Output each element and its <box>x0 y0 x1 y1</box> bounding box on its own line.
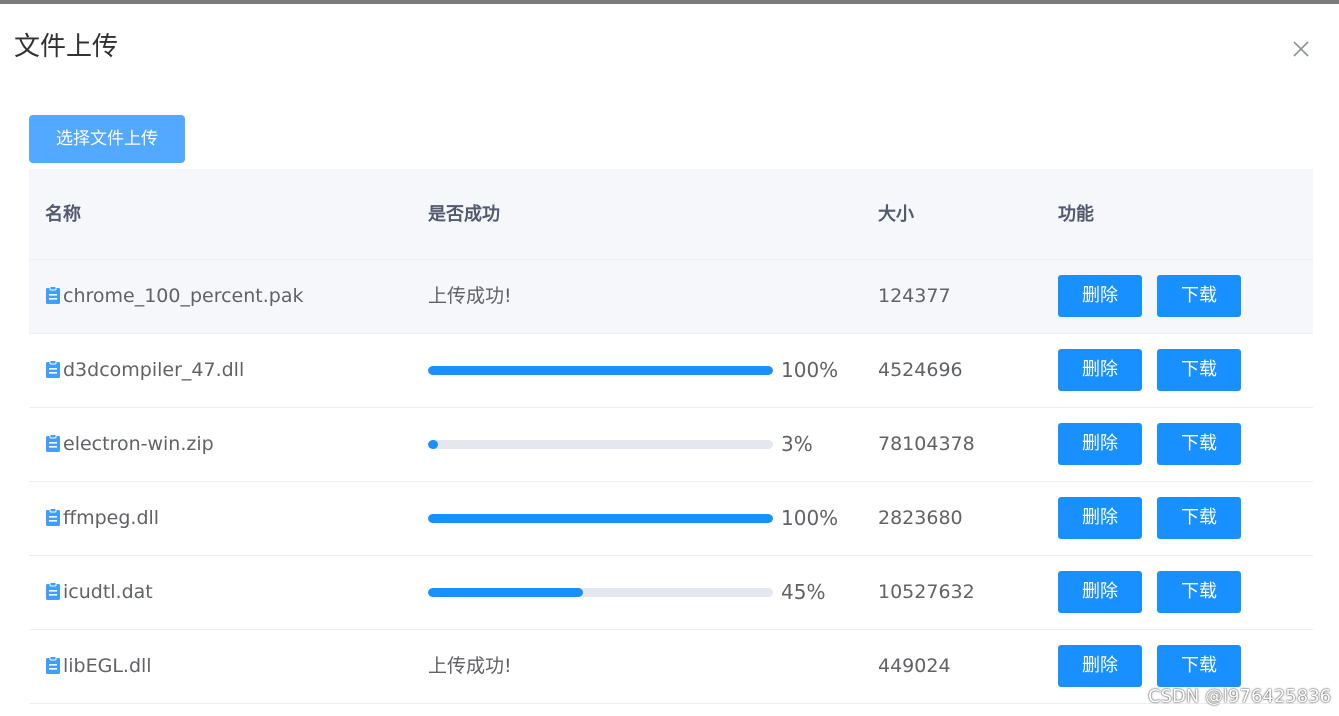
table-row: d3dcompiler_47.dll 100% 4524696 删除 下载 <box>29 334 1313 408</box>
upload-progress: 45% <box>428 556 868 629</box>
progress-percent: 3% <box>781 432 813 456</box>
progress-percent: 45% <box>781 580 826 604</box>
document-icon <box>45 484 61 526</box>
file-name: libEGL.dll <box>63 655 152 677</box>
progress-percent: 100% <box>781 506 839 530</box>
table-body: chrome_100_percent.pak 上传成功! 124377 删除 下… <box>29 260 1313 704</box>
file-size: 449024 <box>878 655 951 677</box>
download-button[interactable]: 下载 <box>1157 571 1241 613</box>
column-header-actions: 功能 <box>1058 204 1094 225</box>
select-file-upload-button[interactable]: 选择文件上传 <box>29 115 185 163</box>
document-icon <box>45 262 61 304</box>
progress-track <box>428 366 773 375</box>
download-button[interactable]: 下载 <box>1157 645 1241 687</box>
progress-fill <box>428 440 439 449</box>
file-name-cell: libEGL.dll <box>45 630 152 703</box>
progress-fill <box>428 514 773 523</box>
delete-button[interactable]: 删除 <box>1058 571 1142 613</box>
file-size: 4524696 <box>878 359 963 381</box>
upload-status-text: 上传成功! <box>428 655 512 677</box>
table-row: chrome_100_percent.pak 上传成功! 124377 删除 下… <box>29 260 1313 334</box>
delete-button[interactable]: 删除 <box>1058 645 1142 687</box>
progress-percent: 100% <box>781 358 839 382</box>
document-icon <box>45 336 61 378</box>
file-name: d3dcompiler_47.dll <box>63 359 245 381</box>
delete-button[interactable]: 删除 <box>1058 349 1142 391</box>
progress-track <box>428 514 773 523</box>
file-name: ffmpeg.dll <box>63 507 160 529</box>
file-name-cell: d3dcompiler_47.dll <box>45 334 244 407</box>
file-size: 78104378 <box>878 433 975 455</box>
close-icon[interactable] <box>1288 36 1314 62</box>
document-icon <box>45 632 61 674</box>
progress-track <box>428 588 773 597</box>
delete-button[interactable]: 删除 <box>1058 423 1142 465</box>
table-row: ffmpeg.dll 100% 2823680 删除 下载 <box>29 482 1313 556</box>
download-button[interactable]: 下载 <box>1157 275 1241 317</box>
progress-track <box>428 440 773 449</box>
file-size: 10527632 <box>878 581 975 603</box>
watermark: CSDN @l976425836 <box>1148 686 1332 707</box>
download-button[interactable]: 下载 <box>1157 349 1241 391</box>
dialog-title: 文件上传 <box>14 32 119 62</box>
table-row: libEGL.dll 上传成功! 449024 删除 下载 <box>29 630 1313 704</box>
download-button[interactable]: 下载 <box>1157 423 1241 465</box>
document-icon <box>45 410 61 452</box>
document-icon <box>45 558 61 600</box>
delete-button[interactable]: 删除 <box>1058 275 1142 317</box>
file-name-cell: ffmpeg.dll <box>45 482 159 555</box>
table-row: electron-win.zip 3% 78104378 删除 下载 <box>29 408 1313 482</box>
file-name: electron-win.zip <box>63 433 214 455</box>
file-size: 124377 <box>878 285 951 307</box>
file-name-cell: chrome_100_percent.pak <box>45 260 304 333</box>
column-header-size: 大小 <box>878 204 914 225</box>
upload-progress: 100% <box>428 482 868 555</box>
table-row: icudtl.dat 45% 10527632 删除 下载 <box>29 556 1313 630</box>
delete-button[interactable]: 删除 <box>1058 497 1142 539</box>
file-name: chrome_100_percent.pak <box>63 285 304 307</box>
file-name-cell: icudtl.dat <box>45 556 153 629</box>
file-name-cell: electron-win.zip <box>45 408 214 481</box>
window-top-border <box>0 0 1339 4</box>
column-header-status: 是否成功 <box>428 204 500 225</box>
file-table: 名称 是否成功 大小 功能 chrome_100_percent.pak 上传成… <box>29 169 1313 704</box>
file-size: 2823680 <box>878 507 963 529</box>
progress-fill <box>428 366 773 375</box>
column-header-name: 名称 <box>45 204 81 225</box>
table-header: 名称 是否成功 大小 功能 <box>29 169 1313 260</box>
file-name: icudtl.dat <box>63 581 153 603</box>
download-button[interactable]: 下载 <box>1157 497 1241 539</box>
upload-status-text: 上传成功! <box>428 285 512 307</box>
upload-progress: 100% <box>428 334 868 407</box>
progress-fill <box>428 588 584 597</box>
upload-progress: 3% <box>428 408 868 481</box>
